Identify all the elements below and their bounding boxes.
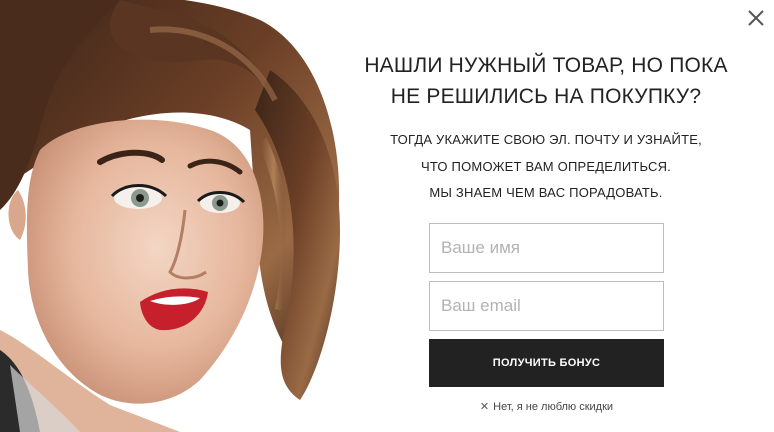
description-line: МЫ ЗНАЕМ ЧЕМ ВАС ПОРАДОВАТЬ.	[429, 185, 663, 200]
popup-description: ТОГДА УКАЖИТЕ СВОЮ ЭЛ. ПОЧТУ И УЗНАЙТЕ, …	[356, 127, 736, 207]
subscribe-form: ПОЛУЧИТЬ БОНУС ✕Нет, я не люблю скидки	[429, 223, 664, 413]
model-photo	[0, 0, 356, 432]
decline-label: Нет, я не люблю скидки	[493, 401, 614, 413]
email-input[interactable]	[429, 281, 664, 331]
description-line: ТОГДА УКАЖИТЕ СВОЮ ЭЛ. ПОЧТУ И УЗНАЙТЕ,	[390, 132, 702, 147]
name-input[interactable]	[429, 223, 664, 273]
close-button[interactable]	[746, 8, 766, 28]
headline-line: НАШЛИ НУЖНЫЙ ТОВАР, НО ПОКА	[364, 54, 728, 77]
subscribe-popup: НАШЛИ НУЖНЫЙ ТОВАР, НО ПОКА НЕ РЕШИЛИСЬ …	[0, 0, 774, 432]
headline-line: НЕ РЕШИЛИСЬ НА ПОКУПКУ?	[390, 85, 702, 108]
popup-content: НАШЛИ НУЖНЫЙ ТОВАР, НО ПОКА НЕ РЕШИЛИСЬ …	[356, 0, 736, 432]
decline-link[interactable]: ✕ Нет, я не люблю скидки	[429, 400, 664, 413]
popup-headline: НАШЛИ НУЖНЫЙ ТОВАР, НО ПОКА НЕ РЕШИЛИСЬ …	[356, 50, 736, 112]
close-icon	[748, 10, 764, 26]
get-bonus-button[interactable]: ПОЛУЧИТЬ БОНУС	[429, 339, 664, 387]
description-line: ЧТО ПОМОЖЕТ ВАМ ОПРЕДЕЛИТЬСЯ.	[421, 158, 671, 174]
cross-icon: ✕	[479, 401, 490, 413]
